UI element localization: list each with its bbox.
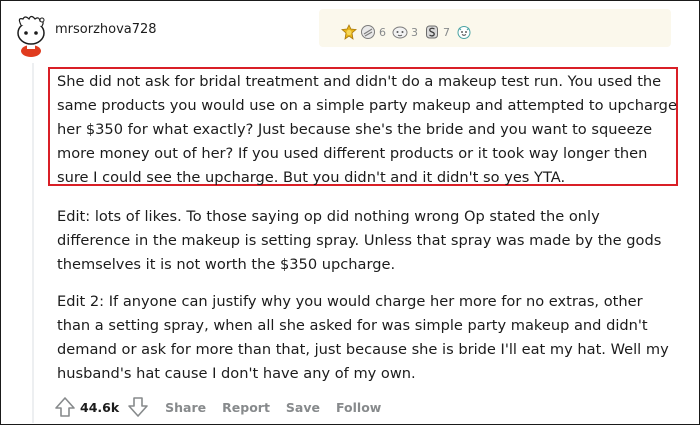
comment-paragraph: She did not ask for bridal treatment and… — [57, 73, 677, 186]
follow-button[interactable]: Follow — [336, 400, 381, 415]
thread-line[interactable] — [32, 63, 34, 423]
avatar[interactable] — [13, 13, 49, 57]
comment-paragraph: Edit 2: If anyone can justify why you wo… — [57, 293, 669, 382]
share-button[interactable]: Share — [165, 400, 206, 415]
username-link[interactable]: mrsorzhova728 — [55, 22, 157, 37]
upvote-icon[interactable] — [54, 396, 76, 418]
helpful-award-icon[interactable] — [392, 24, 408, 40]
helpful-award-count: 3 — [411, 25, 418, 39]
separator-dot: · — [153, 22, 157, 36]
silver-award-icon[interactable] — [424, 24, 440, 40]
awards-row[interactable]: 6 3 7 — [341, 21, 472, 43]
wholesome-award-icon[interactable] — [360, 24, 376, 40]
vote-score: 44.6k — [80, 399, 120, 415]
gold-medal-icon[interactable] — [341, 24, 357, 40]
save-button[interactable]: Save — [286, 400, 320, 415]
hugz-award-icon[interactable] — [456, 24, 472, 40]
comment-actions: 44.6k Share Report Save Follow — [54, 395, 381, 419]
report-button[interactable]: Report — [222, 400, 270, 415]
comment-card: mrsorzhova728 · 6 3 7 She did not ask fo… — [0, 0, 700, 425]
silver-award-count: 7 — [443, 25, 450, 39]
comment-paragraph: Edit: lots of likes. To those saying op … — [57, 208, 662, 273]
wholesome-award-count: 6 — [379, 25, 386, 39]
downvote-icon[interactable] — [127, 396, 149, 418]
